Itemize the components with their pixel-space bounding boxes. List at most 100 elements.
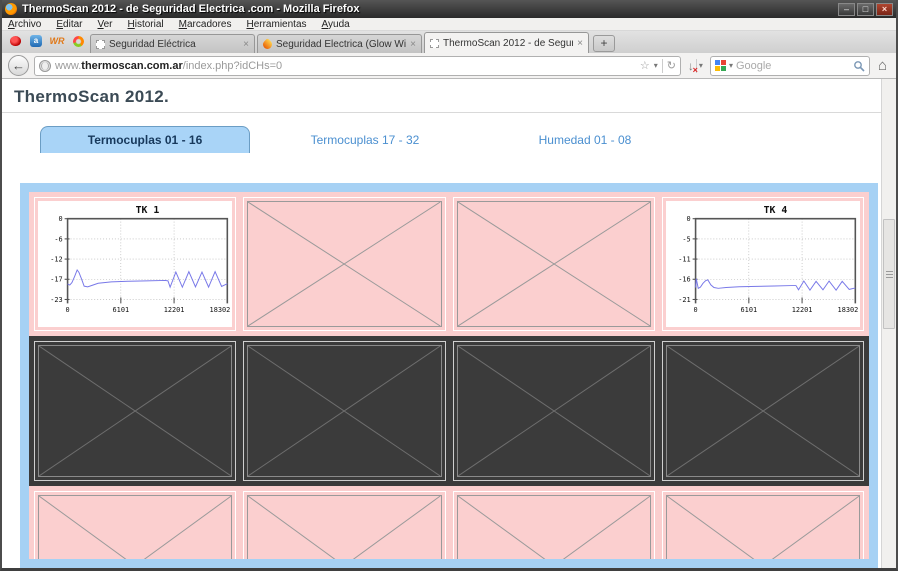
broken-image-placeholder xyxy=(247,495,441,559)
url-divider xyxy=(662,59,663,73)
download-group: ↓× ▾ xyxy=(686,59,705,73)
browser-tab-1[interactable]: Seguridad Eléctrica × xyxy=(90,34,255,53)
window-titlebar[interactable]: ThermoScan 2012 - de Seguridad Electrica… xyxy=(2,0,896,18)
reload-icon[interactable]: ↻ xyxy=(667,59,676,72)
menu-ayuda[interactable]: Ayuda xyxy=(322,19,350,30)
chart-row-1: TK 10-6-12-17-23061011220118302 xyxy=(34,197,864,331)
broken-image-cell xyxy=(34,341,236,481)
x-mark-icon xyxy=(667,346,859,476)
panel-inner: TK 10-6-12-17-23061011220118302 xyxy=(29,192,869,559)
browser-tab-label: Seguridad Eléctrica xyxy=(109,39,239,50)
chart-cell-tk1[interactable]: TK 10-6-12-17-23061011220118302 xyxy=(34,197,236,331)
back-button[interactable]: ← xyxy=(8,55,29,76)
menu-herramientas[interactable]: Herramientas xyxy=(246,19,306,30)
download-dropdown-icon[interactable]: ▾ xyxy=(699,61,703,70)
menu-bar: Archivo Editar Ver Historial Marcadores … xyxy=(2,18,896,31)
tab-humedad-01-08[interactable]: Humedad 01 - 08 xyxy=(480,127,690,153)
search-box[interactable]: ▾ xyxy=(710,56,870,76)
browser-tab-label: Seguridad Electrica (Glow Wire, Tracking… xyxy=(276,39,406,50)
chart-row-3 xyxy=(34,491,864,559)
broken-image-placeholder xyxy=(38,495,232,559)
download-icon[interactable]: ↓× xyxy=(688,59,694,73)
addon-wr-button[interactable]: WR xyxy=(48,33,66,49)
broken-image-placeholder xyxy=(457,201,651,327)
tab-termocuplas-01-16[interactable]: Termocuplas 01 - 16 xyxy=(40,126,250,153)
browser-tab-2[interactable]: Seguridad Electrica (Glow Wire, Tracking… xyxy=(257,34,422,53)
wr-icon: WR xyxy=(50,36,65,46)
window-title: ThermoScan 2012 - de Seguridad Electrica… xyxy=(22,3,834,15)
broken-image-placeholder xyxy=(38,345,232,477)
menu-archivo[interactable]: Archivo xyxy=(8,19,41,30)
firefox-icon xyxy=(5,3,17,15)
x-mark-icon xyxy=(248,346,440,476)
maximize-button[interactable]: □ xyxy=(857,3,874,16)
svg-text:-16: -16 xyxy=(678,276,690,284)
flame-icon xyxy=(261,38,274,51)
svg-text:-11: -11 xyxy=(678,256,690,264)
bookmark-star-icon[interactable]: ☆ xyxy=(640,59,650,72)
url-text[interactable]: www.thermoscan.com.ar/index.php?idCHs=0 xyxy=(55,60,636,72)
broken-image-placeholder xyxy=(457,345,651,477)
page-icon xyxy=(96,40,105,49)
broken-image-cell xyxy=(243,197,445,331)
browser-tab-label: ThermoScan 2012 - de Seguridad Electric.… xyxy=(443,38,573,49)
url-prefix: www. xyxy=(55,60,81,72)
tab-termocuplas-17-32[interactable]: Termocuplas 17 - 32 xyxy=(260,127,470,153)
page-icon xyxy=(430,39,439,48)
tab-close-icon[interactable]: × xyxy=(410,39,416,50)
thermocouple-panel: TK 10-6-12-17-23061011220118302 xyxy=(20,183,878,568)
svg-text:18302: 18302 xyxy=(210,306,231,314)
search-engine-dropdown-icon[interactable]: ▾ xyxy=(729,61,733,70)
menu-historial[interactable]: Historial xyxy=(128,19,164,30)
addon-ring-button[interactable] xyxy=(69,33,87,49)
minimize-button[interactable]: – xyxy=(838,3,855,16)
broken-image-placeholder xyxy=(247,345,441,477)
scrollbar-thumb[interactable] xyxy=(883,219,895,329)
menu-marcadores[interactable]: Marcadores xyxy=(179,19,232,30)
menu-editar[interactable]: Editar xyxy=(56,19,82,30)
translate-icon: a xyxy=(30,35,42,47)
broken-image-cell xyxy=(453,491,655,559)
tab-close-icon[interactable]: × xyxy=(243,39,249,50)
broken-image-placeholder xyxy=(457,495,651,559)
svg-text:0: 0 xyxy=(686,215,690,223)
magnifier-icon[interactable] xyxy=(853,60,865,72)
addon-translate-button[interactable]: a xyxy=(27,33,45,49)
broken-image-placeholder xyxy=(666,345,860,477)
url-bar[interactable]: www.thermoscan.com.ar/index.php?idCHs=0 … xyxy=(34,56,681,76)
vertical-scrollbar[interactable] xyxy=(881,79,896,568)
svg-text:12201: 12201 xyxy=(164,306,185,314)
page-main: ThermoScan 2012. Termocuplas 01 - 16 Ter… xyxy=(2,79,881,568)
x-mark-icon xyxy=(458,202,650,326)
tk4-chart: TK 40-5-11-16-21061011220118302 xyxy=(666,201,860,327)
broken-image-placeholder xyxy=(247,201,441,327)
new-tab-button[interactable]: + xyxy=(593,35,615,52)
svg-text:TK 4: TK 4 xyxy=(763,205,787,216)
broken-image-placeholder xyxy=(666,495,860,559)
x-mark-icon xyxy=(248,496,440,559)
x-mark-icon xyxy=(458,496,650,559)
svg-text:0: 0 xyxy=(59,215,63,223)
dark-row xyxy=(29,336,869,486)
tab-close-icon[interactable]: × xyxy=(577,38,583,49)
broken-image-cell xyxy=(662,491,864,559)
chart-cell-tk4[interactable]: TK 40-5-11-16-21061011220118302 xyxy=(662,197,864,331)
menu-ver[interactable]: Ver xyxy=(97,19,112,30)
addon-bug-button[interactable] xyxy=(6,33,24,49)
home-icon[interactable]: ⌂ xyxy=(875,57,890,74)
svg-text:-12: -12 xyxy=(50,256,62,264)
url-path: /index.php?idCHs=0 xyxy=(183,60,282,72)
url-dropdown-icon[interactable]: ▾ xyxy=(654,61,658,70)
svg-text:0: 0 xyxy=(66,306,70,314)
close-button[interactable]: × xyxy=(876,3,893,16)
tk1-chart: TK 10-6-12-17-23061011220118302 xyxy=(38,201,232,327)
broken-image-cell xyxy=(662,341,864,481)
search-input[interactable] xyxy=(736,60,850,72)
ring-icon xyxy=(73,36,84,47)
broken-image-cell xyxy=(453,197,655,331)
browser-tab-3-active[interactable]: ThermoScan 2012 - de Seguridad Electric.… xyxy=(424,32,589,53)
browser-tab-strip: a WR Seguridad Eléctrica × Seguridad Ele… xyxy=(2,31,896,53)
url-domain: thermoscan.com.ar xyxy=(81,60,182,72)
addon-toolbar: a WR xyxy=(4,31,90,53)
x-mark-icon xyxy=(667,496,859,559)
